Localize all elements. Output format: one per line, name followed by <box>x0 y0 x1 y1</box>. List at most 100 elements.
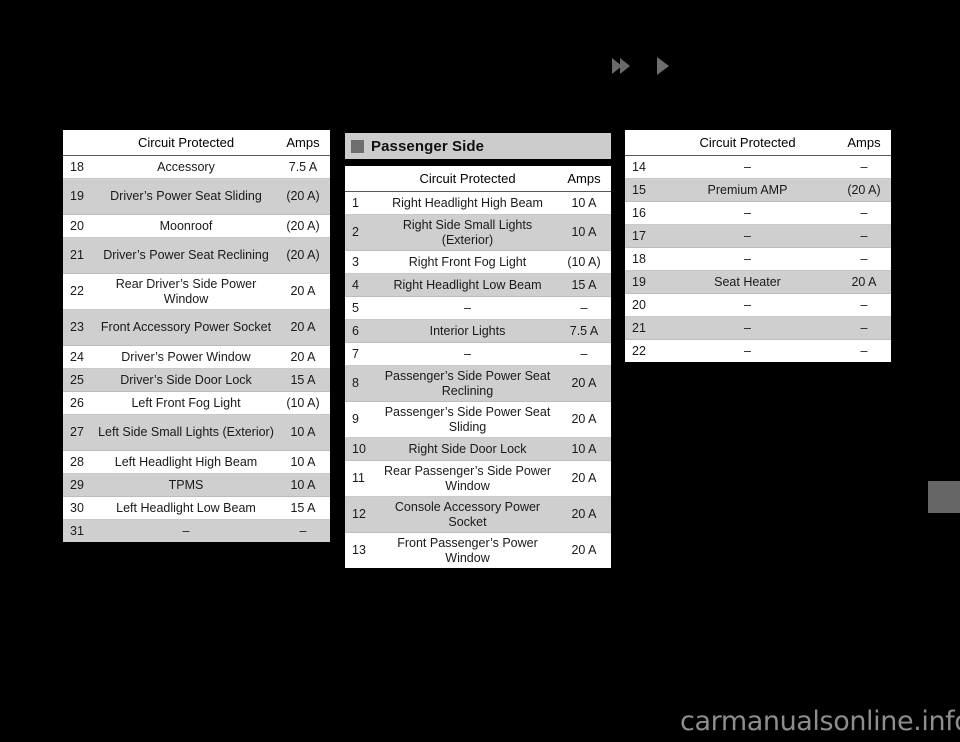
cell-amps: 20 A <box>276 345 330 369</box>
table-row: 28 Left Headlight High Beam 10 A <box>63 450 330 474</box>
cell-amps: 20 A <box>557 496 611 533</box>
cell-amps: 10 A <box>557 437 611 461</box>
cell-circuit-protected: Right Front Fog Light <box>378 250 557 274</box>
cell-fuse-number: 11 <box>345 460 378 497</box>
section-title: Passenger Side <box>371 137 485 155</box>
table-row: 19 Driver’s Power Seat Sliding (20 A) <box>63 178 330 215</box>
cell-fuse-number: 2 <box>345 214 378 251</box>
cell-circuit-protected: Left Front Fog Light <box>96 391 276 415</box>
cell-fuse-number: 4 <box>345 273 378 297</box>
cell-fuse-number: 26 <box>63 391 96 415</box>
cell-fuse-number: 24 <box>63 345 96 369</box>
fuse-table-passenger-side: Circuit Protected Amps 1 Right Headlight … <box>345 166 611 568</box>
cell-amps: – <box>557 296 611 320</box>
cell-amps: 10 A <box>557 191 611 215</box>
cell-circuit-protected: Moonroof <box>96 214 276 238</box>
cell-circuit-protected: Driver’s Power Seat Sliding <box>96 178 276 215</box>
cell-amps: 10 A <box>557 214 611 251</box>
column-header-circuit: Circuit Protected <box>378 166 557 192</box>
table-row: 12 Console Accessory Power Socket 20 A <box>345 496 611 533</box>
fuse-table-passenger-side-continued-body: 14– –15 Premium AMP (20 A) 16– –17– –18– –19 Sea… <box>625 155 891 362</box>
table-row: 22 Rear Driver’s Side Power Window 20 A <box>63 273 330 310</box>
cell-fuse-number: 5 <box>345 296 378 320</box>
cell-circuit-protected: Driver’s Power Seat Reclining <box>96 237 276 274</box>
cell-circuit-protected: – <box>658 247 837 271</box>
cell-amps: 20 A <box>557 401 611 438</box>
cell-fuse-number: 25 <box>63 368 96 392</box>
table-row: 19 Seat Heater 20 A <box>625 270 891 294</box>
cell-circuit-protected: Right Headlight High Beam <box>378 191 557 215</box>
cell-circuit-protected: Front Accessory Power Socket <box>96 309 276 346</box>
cell-amps: 20 A <box>276 273 330 310</box>
page-navigation-arrows <box>612 54 692 80</box>
square-bullet-icon <box>351 139 364 153</box>
cell-fuse-number: 10 <box>345 437 378 461</box>
fuse-table-driver-side: Circuit Protected Amps 18 Accessory 7.5 A1… <box>63 130 330 542</box>
table-row: 3 Right Front Fog Light (10 A) <box>345 250 611 274</box>
table-row: 5– – <box>345 296 611 320</box>
table-row: 17– – <box>625 224 891 248</box>
cell-circuit-protected: Seat Heater <box>658 270 837 294</box>
right-arrow-icon[interactable] <box>657 57 669 75</box>
cell-amps: 20 A <box>276 309 330 346</box>
double-right-arrow-icon[interactable] <box>612 58 630 76</box>
table-row: 23 Front Accessory Power Socket 20 A <box>63 309 330 346</box>
cell-circuit-protected: Front Passenger’s Power Window <box>378 532 557 568</box>
cell-amps: – <box>837 155 891 179</box>
column-header-number <box>63 130 96 156</box>
cell-amps: 7.5 A <box>276 155 330 179</box>
cell-amps: 20 A <box>557 460 611 497</box>
table-row: 2 Right Side Small Lights (Exterior) 10 A <box>345 214 611 251</box>
cell-amps: 7.5 A <box>557 319 611 343</box>
cell-fuse-number: 3 <box>345 250 378 274</box>
table-row: 21– – <box>625 316 891 340</box>
cell-fuse-number: 29 <box>63 473 96 497</box>
cell-circuit-protected: Left Side Small Lights (Exterior) <box>96 414 276 451</box>
cell-amps: (20 A) <box>276 178 330 215</box>
cell-amps: (20 A) <box>276 214 330 238</box>
cell-circuit-protected: – <box>658 201 837 225</box>
table-row: 18 Accessory 7.5 A <box>63 155 330 179</box>
cell-amps: – <box>837 316 891 340</box>
table-row: 4 Right Headlight Low Beam 15 A <box>345 273 611 297</box>
table-row: 21 Driver’s Power Seat Reclining (20 A) <box>63 237 330 274</box>
cell-amps: – <box>276 519 330 542</box>
column-header-circuit: Circuit Protected <box>96 130 276 156</box>
cell-circuit-protected: – <box>658 339 837 362</box>
table-row: 25 Driver’s Side Door Lock 15 A <box>63 368 330 392</box>
table-row: 22– – <box>625 339 891 362</box>
cell-amps: (10 A) <box>276 391 330 415</box>
cell-fuse-number: 8 <box>345 365 378 402</box>
table-row: 20– – <box>625 293 891 317</box>
cell-amps: 15 A <box>276 368 330 392</box>
table-row: 8 Passenger’s Side Power Seat Reclining 20… <box>345 365 611 402</box>
cell-fuse-number: 1 <box>345 191 378 215</box>
table-row: 6 Interior Lights 7.5 A <box>345 319 611 343</box>
cell-circuit-protected: – <box>658 155 837 179</box>
cell-fuse-number: 21 <box>63 237 96 274</box>
cell-amps: 10 A <box>276 414 330 451</box>
column-header-circuit: Circuit Protected <box>658 130 837 156</box>
fuse-table-passenger-side-continued: Circuit Protected Amps 14– –15 Premium AMP… <box>625 130 891 362</box>
column-header-amps: Amps <box>557 166 611 192</box>
cell-fuse-number: 14 <box>625 155 658 179</box>
cell-fuse-number: 20 <box>63 214 96 238</box>
cell-fuse-number: 22 <box>63 273 96 310</box>
cell-circuit-protected: Passenger’s Side Power Seat Sliding <box>378 401 557 438</box>
table-row: 16– – <box>625 201 891 225</box>
table-row: 20 Moonroof (20 A) <box>63 214 330 238</box>
table-row: 27 Left Side Small Lights (Exterior) 10 A <box>63 414 330 451</box>
cell-fuse-number: 9 <box>345 401 378 438</box>
watermark-text: carmanualsonline.info <box>680 706 960 737</box>
cell-fuse-number: 19 <box>63 178 96 215</box>
table-row: 30 Left Headlight Low Beam 15 A <box>63 496 330 520</box>
cell-circuit-protected: TPMS <box>96 473 276 497</box>
fuse-table-driver-side-body: 18 Accessory 7.5 A 19 Driver’s Power Seat Sl… <box>63 155 330 542</box>
cell-fuse-number: 31 <box>63 519 96 542</box>
cell-amps: – <box>837 224 891 248</box>
cell-amps: – <box>837 339 891 362</box>
table-row: 24 Driver’s Power Window 20 A <box>63 345 330 369</box>
cell-circuit-protected: Right Side Door Lock <box>378 437 557 461</box>
cell-circuit-protected: Right Headlight Low Beam <box>378 273 557 297</box>
cell-amps: 20 A <box>557 365 611 402</box>
